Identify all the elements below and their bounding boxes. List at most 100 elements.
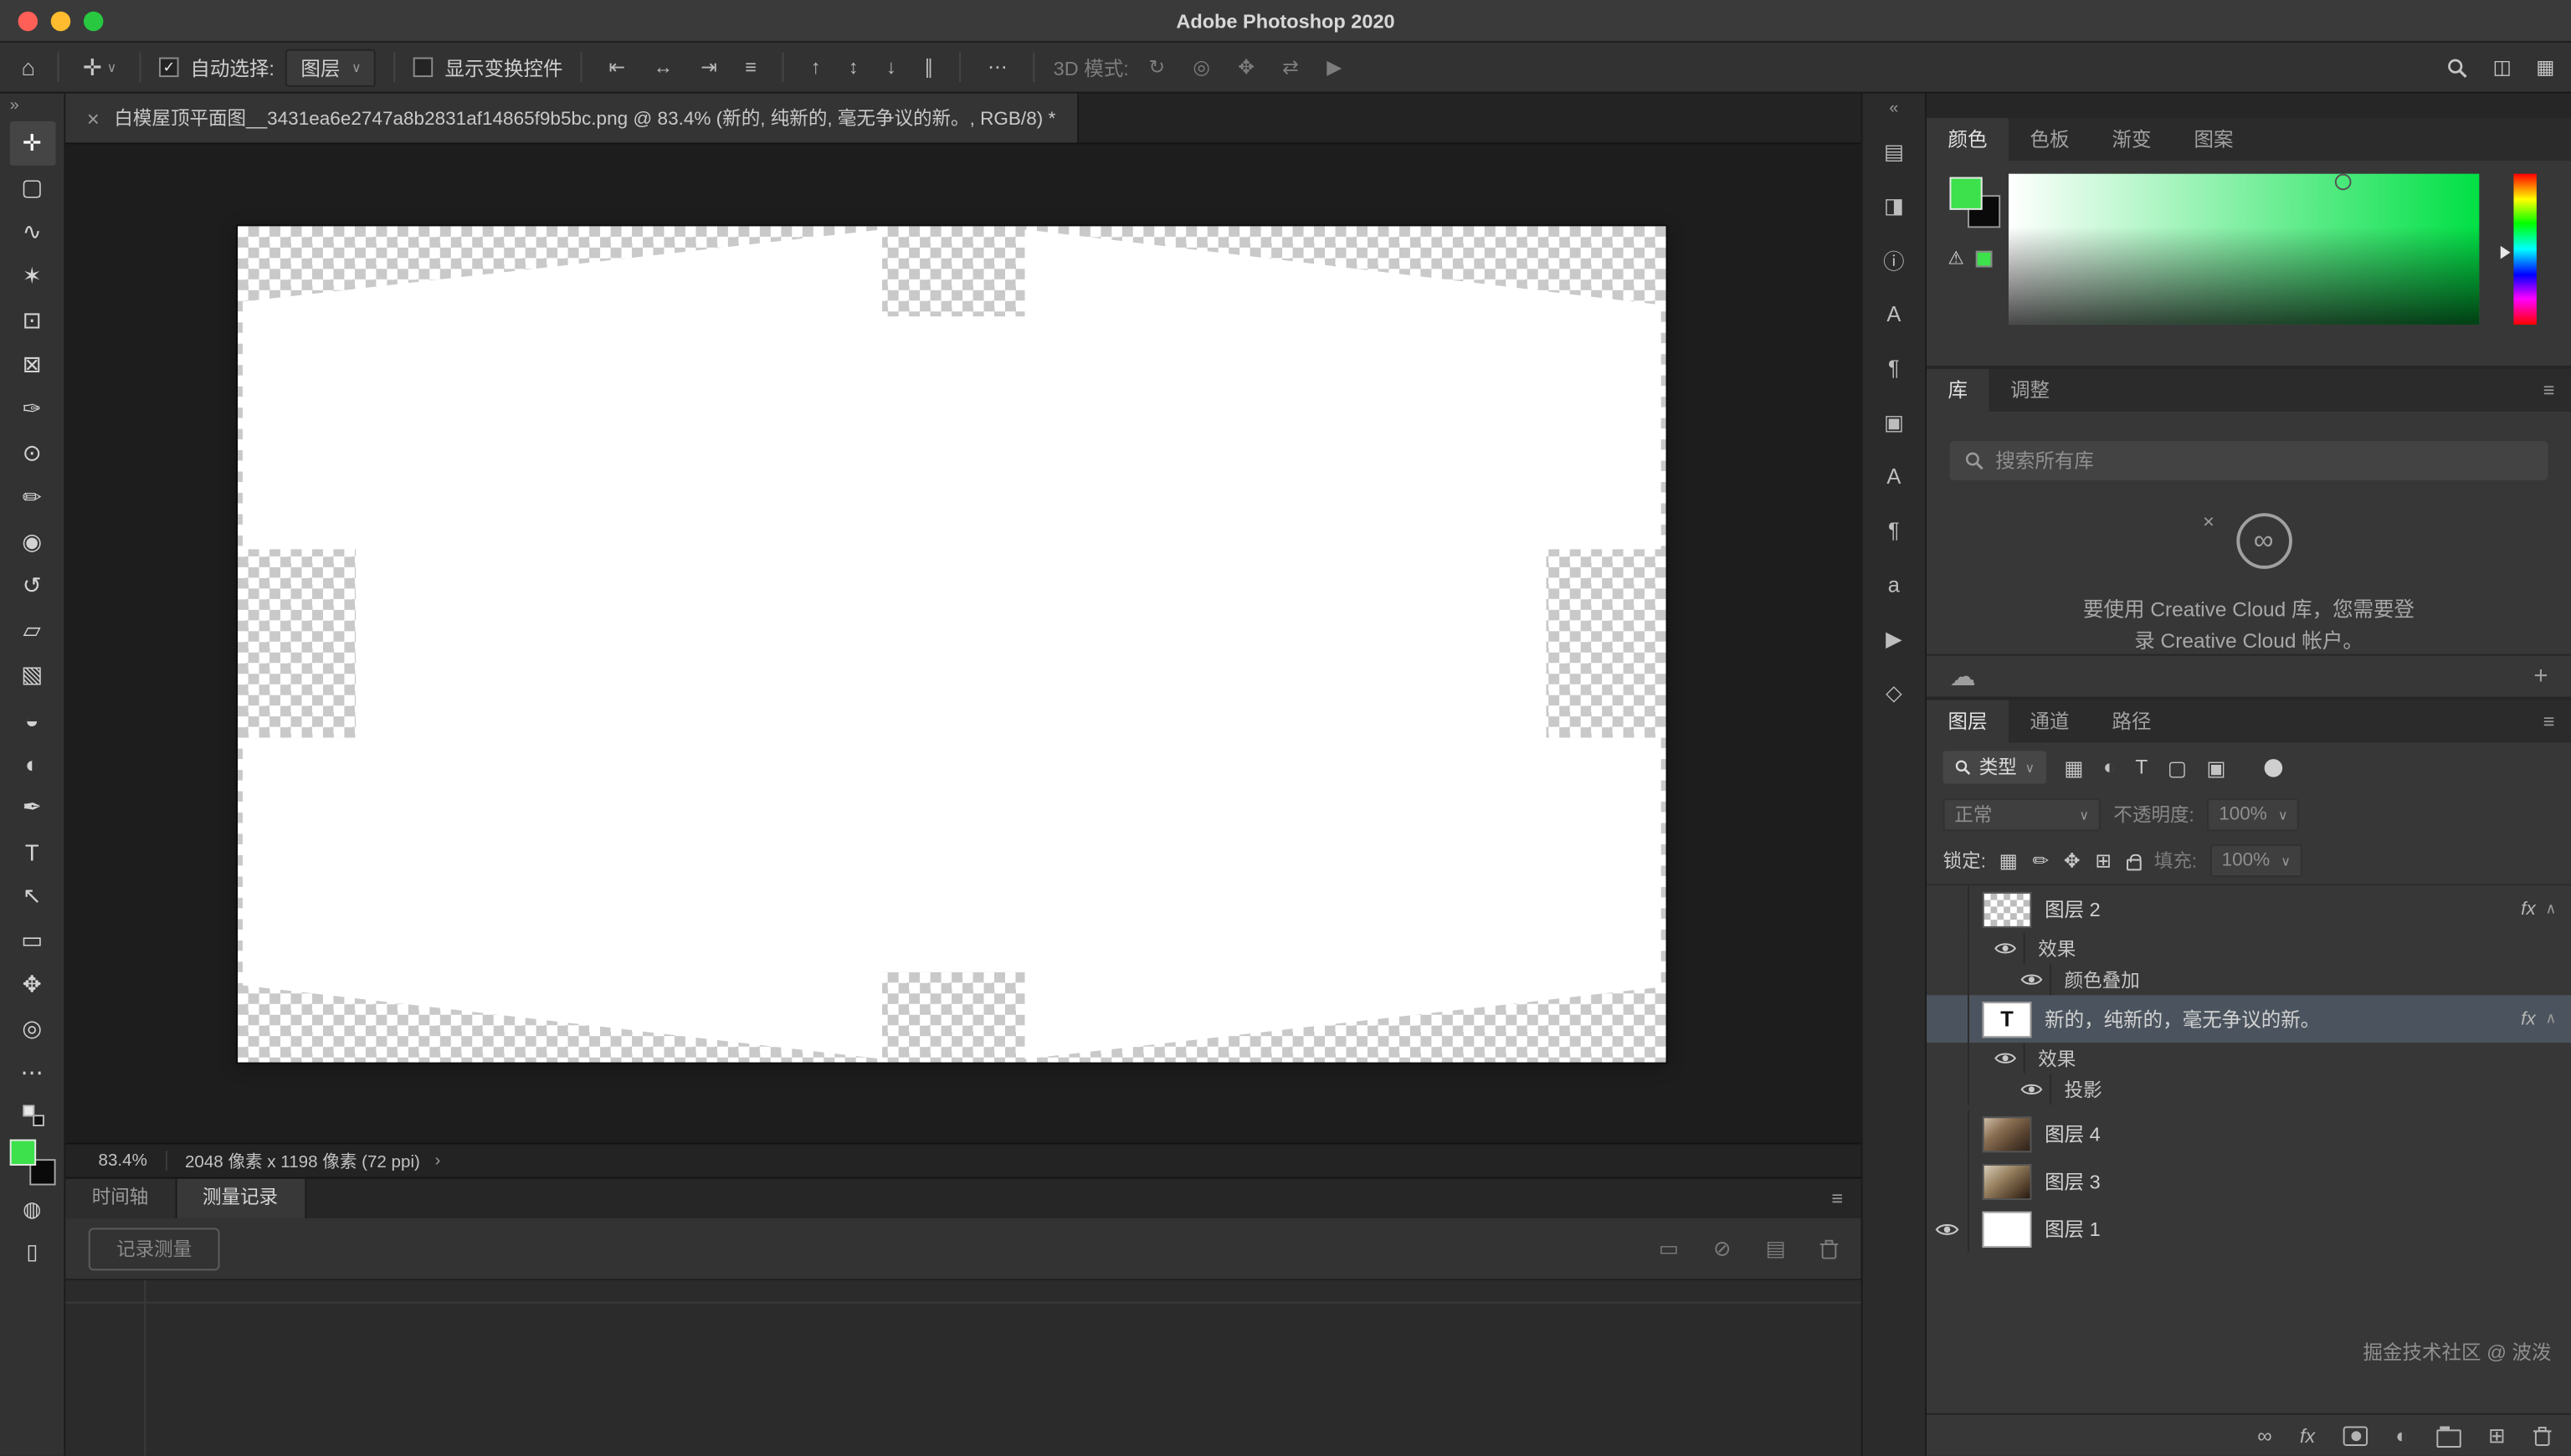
visibility-toggle[interactable]: [1927, 933, 1969, 964]
quick-selection-tool[interactable]: ✶: [9, 254, 55, 299]
fx-badge[interactable]: fx: [2521, 900, 2536, 920]
auto-select-checkbox[interactable]: ✓: [159, 58, 179, 78]
new-layer-icon[interactable]: ⊞: [2488, 1423, 2506, 1448]
eyedropper-tool[interactable]: ✑: [9, 387, 55, 431]
show-transform-checkbox[interactable]: [413, 58, 434, 78]
link-layers-icon[interactable]: ∞: [2257, 1424, 2271, 1447]
filter-smart-objects-icon[interactable]: ▣: [2206, 755, 2225, 779]
effect-visibility-toggle[interactable]: [1986, 933, 2025, 964]
align-bottom-edges-icon[interactable]: ↓: [878, 56, 904, 79]
edit-toolbar-icon[interactable]: ⋯: [9, 1051, 55, 1095]
healing-brush-tool[interactable]: ⊙: [9, 431, 55, 475]
export-measurements-icon[interactable]: ▤: [1765, 1235, 1785, 1261]
panel-menu-icon[interactable]: ≡: [2543, 369, 2555, 412]
eraser-tool[interactable]: ▱: [9, 608, 55, 653]
effect-row[interactable]: 颜色叠加: [1927, 964, 2571, 995]
color-field[interactable]: [2009, 174, 2479, 325]
crop-tool[interactable]: ⊡: [9, 299, 55, 343]
hand-tool[interactable]: ✥: [9, 962, 55, 1007]
layer-thumbnail[interactable]: [1983, 1115, 2032, 1151]
tab-channels[interactable]: 通道: [2009, 700, 2091, 743]
visibility-toggle[interactable]: [1927, 1074, 1969, 1105]
tab-layers[interactable]: 图层: [1927, 700, 2009, 743]
layer-row[interactable]: 图层 2 fx∧: [1927, 885, 2571, 933]
add-library-icon[interactable]: +: [2533, 663, 2548, 690]
zoom-level[interactable]: 83.4%: [99, 1151, 147, 1171]
layer-style-icon[interactable]: fx: [2300, 1424, 2315, 1447]
glyphs-panel-icon[interactable]: a: [1863, 557, 1925, 612]
lasso-tool[interactable]: ∿: [9, 210, 55, 254]
add-layer-mask-icon[interactable]: [2343, 1426, 2368, 1446]
document-tab[interactable]: × 白模屋顶平面图__3431ea6e2747a8b2831af14865f9b…: [65, 94, 1078, 143]
fill-dropdown[interactable]: 100%∨: [2210, 844, 2302, 877]
tab-patterns[interactable]: 图案: [2173, 118, 2255, 161]
effect-visibility-toggle[interactable]: [2012, 1074, 2051, 1105]
align-horizontal-centers-icon[interactable]: ↔: [645, 56, 681, 79]
fx-badge[interactable]: fx: [2521, 1009, 2536, 1029]
info-panel-icon[interactable]: ⓘ: [1863, 233, 1925, 287]
properties-panel-icon[interactable]: ▤: [1863, 125, 1925, 179]
zoom-tool[interactable]: ◎: [9, 1007, 55, 1051]
record-measurements-button[interactable]: 记录测量: [89, 1227, 220, 1269]
close-tab-icon[interactable]: ×: [87, 105, 100, 130]
filter-type-dropdown[interactable]: 类型 ∨: [1943, 751, 2046, 783]
canvas[interactable]: [65, 144, 1860, 1142]
cloud-sync-icon[interactable]: ☁: [1949, 660, 1975, 693]
3d-slide-icon[interactable]: ⇄: [1274, 56, 1306, 79]
filter-adjustment-layers-icon[interactable]: ◐: [2103, 756, 2116, 778]
type-tool[interactable]: T: [9, 829, 55, 874]
home-icon[interactable]: ⌂: [17, 54, 40, 80]
auto-select-target-dropdown[interactable]: 图层∨: [286, 49, 377, 86]
clone-source-panel-icon[interactable]: ▣: [1863, 395, 1925, 449]
rectangular-marquee-tool[interactable]: ▢: [9, 166, 55, 210]
layer-thumbnail[interactable]: [1983, 891, 2032, 927]
gradient-tool[interactable]: ▧: [9, 653, 55, 697]
threed-panel-icon[interactable]: ◇: [1863, 665, 1925, 720]
collapse-effects-icon[interactable]: ∧: [2545, 1010, 2556, 1028]
adjustments-panel-icon[interactable]: ◨: [1863, 179, 1925, 233]
distribute-vertical-icon[interactable]: ∥: [916, 56, 942, 79]
align-top-edges-icon[interactable]: ↑: [803, 56, 829, 79]
visibility-toggle[interactable]: [1927, 964, 1969, 995]
panel-menu-icon[interactable]: ≡: [1831, 1179, 1843, 1218]
effects-row[interactable]: 效果: [1927, 933, 2571, 964]
layer-row-selected[interactable]: T 新的，纯新的，毫无争议的新。 fx∧: [1927, 995, 2571, 1043]
3d-pan-icon[interactable]: ✥: [1229, 56, 1262, 79]
path-selection-tool[interactable]: ↖: [9, 874, 55, 918]
gamut-warning-icon[interactable]: ⚠: [1948, 248, 1964, 269]
document-canvas[interactable]: [238, 226, 1665, 1062]
filter-type-layers-icon[interactable]: T: [2135, 756, 2148, 778]
effect-visibility-toggle[interactable]: [2012, 964, 2051, 995]
measurement-log-table[interactable]: [65, 1280, 1860, 1456]
align-vertical-centers-icon[interactable]: ↕: [840, 56, 866, 79]
layer-row[interactable]: 图层 1: [1927, 1205, 2571, 1253]
visibility-toggle[interactable]: [1927, 1043, 1969, 1074]
pen-tool[interactable]: ✒: [9, 785, 55, 829]
measurement-scale-icon[interactable]: ▭: [1659, 1235, 1679, 1261]
new-group-icon[interactable]: [2435, 1428, 2460, 1447]
paragraph-panel-icon[interactable]: ¶: [1863, 341, 1925, 396]
tab-paths[interactable]: 路径: [2091, 700, 2173, 743]
brush-tool[interactable]: ✏: [9, 475, 55, 520]
quick-mask-icon[interactable]: ◍: [9, 1190, 55, 1229]
tab-measurement-log[interactable]: 测量记录: [177, 1179, 306, 1218]
paragraph-styles-panel-icon[interactable]: ¶: [1863, 503, 1925, 557]
clone-stamp-tool[interactable]: ◉: [9, 520, 55, 564]
lock-position-icon[interactable]: ✥: [2064, 849, 2081, 872]
layer-row[interactable]: 图层 4: [1927, 1110, 2571, 1157]
move-tool[interactable]: ✛: [9, 121, 55, 166]
adjustment-layer-icon[interactable]: ◐: [2395, 1424, 2408, 1447]
gamut-color-swatch[interactable]: [1976, 251, 1993, 268]
history-brush-tool[interactable]: ↺: [9, 564, 55, 608]
3d-orbit-icon[interactable]: ↻: [1141, 56, 1173, 79]
visibility-toggle[interactable]: [1927, 1205, 1969, 1253]
screen-mode-icon[interactable]: ▯: [9, 1233, 55, 1272]
visibility-toggle[interactable]: [1927, 885, 1969, 933]
layer-row[interactable]: 图层 3: [1927, 1157, 2571, 1205]
delete-measurements-icon[interactable]: [1820, 1238, 1839, 1259]
3d-roll-icon[interactable]: ◎: [1185, 56, 1219, 79]
text-layer-thumbnail[interactable]: T: [1983, 1001, 2032, 1037]
opacity-dropdown[interactable]: 100%∨: [2207, 798, 2299, 831]
rectangle-tool[interactable]: ▭: [9, 918, 55, 962]
filter-pixel-layers-icon[interactable]: ▦: [2064, 755, 2083, 779]
